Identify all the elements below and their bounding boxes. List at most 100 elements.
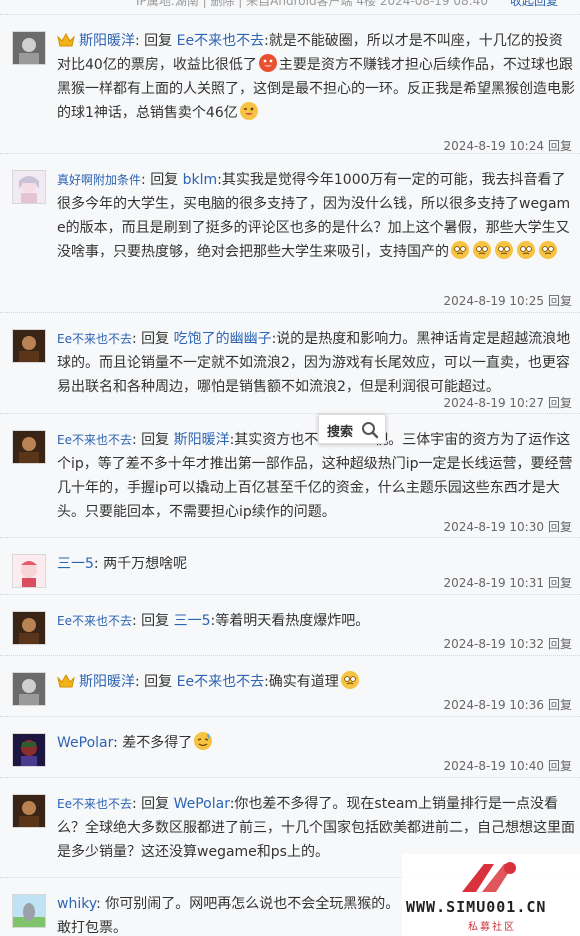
- reply-author[interactable]: Ee不来也不去: [57, 797, 132, 811]
- reply-time: 2024-8-19 10:32: [443, 637, 544, 651]
- reply-author[interactable]: 斯阳暖洋: [79, 33, 135, 49]
- reply-footer: 2024-8-19 10:27 回复: [443, 394, 572, 411]
- reply-author[interactable]: Ee不来也不去: [57, 332, 132, 346]
- avatar[interactable]: [12, 31, 46, 65]
- reply-text: : 差不多得了: [113, 735, 193, 751]
- reply-content: Ee不来也不去: 回复 吃饱了的幽幽子:说的是热度和影响力。黑神话肯定是超越流浪…: [57, 331, 571, 395]
- reply-target[interactable]: 三一5: [174, 613, 211, 629]
- reply-button[interactable]: 回复: [548, 698, 572, 712]
- reply-verb: 回复: [141, 796, 170, 812]
- reply-author[interactable]: 斯阳暖洋: [79, 674, 135, 690]
- reply-time: 2024-8-19 10:27: [443, 396, 544, 410]
- reply-text: :其实资方也不: [229, 432, 319, 448]
- list-item: WePolar: 差不多得了 2024-8-19 10:40 回复: [0, 716, 580, 777]
- reply-content: 真好啊附加条件: 回复 bklm:其实我是觉得今年1000万有一定的可能，我去抖…: [57, 172, 571, 260]
- reply-button[interactable]: 回复: [548, 759, 572, 773]
- avatar[interactable]: [12, 554, 46, 588]
- pleading-emoji-icon: [538, 240, 558, 260]
- reply-footer: 2024-8-19 10:32 回复: [443, 635, 572, 652]
- list-item: 三一5: 两千万想啥呢 2024-8-19 10:31 回复: [0, 537, 580, 594]
- reply-text-continued: 敢打包票。: [57, 920, 127, 936]
- reply-target[interactable]: 吃饱了的幽幽子: [174, 331, 272, 347]
- collapse-replies-link[interactable]: 收起回复: [510, 0, 558, 9]
- watermark-logo-icon: [462, 862, 516, 892]
- reply-button[interactable]: 回复: [548, 396, 572, 410]
- reply-author[interactable]: Ee不来也不去: [57, 433, 132, 447]
- pleading-emoji-icon: [494, 240, 514, 260]
- list-item: Ee不来也不去: 回复 三一5:等着明天看热度爆炸吧。 2024-8-19 10…: [0, 594, 580, 655]
- reply-time: 2024-8-19 10:25: [443, 294, 544, 308]
- reply-footer: 2024-8-19 10:40 回复: [443, 757, 572, 774]
- avatar[interactable]: [12, 894, 46, 928]
- reply-time: 2024-8-19 10:36: [443, 698, 544, 712]
- watermark-text: WWW.SIMU001.CN: [406, 898, 547, 916]
- reply-target[interactable]: bklm: [183, 172, 218, 188]
- reply-button[interactable]: 回复: [548, 139, 572, 153]
- reply-author[interactable]: Ee不来也不去: [57, 614, 132, 628]
- reply-time: 2024-8-19 10:30: [443, 520, 544, 534]
- reply-button[interactable]: 回复: [548, 637, 572, 651]
- reply-verb: 回复: [141, 432, 170, 448]
- avatar[interactable]: [12, 329, 46, 363]
- reply-target[interactable]: 斯阳暖洋: [174, 432, 230, 448]
- reply-footer: 2024-8-19 10:36 回复: [443, 696, 572, 713]
- reply-button[interactable]: 回复: [548, 294, 572, 308]
- search-popup[interactable]: 搜索: [318, 414, 386, 444]
- pleading-emoji-icon: [516, 240, 536, 260]
- list-item: 真好啊附加条件: 回复 bklm:其实我是觉得今年1000万有一定的可能，我去抖…: [0, 153, 580, 312]
- reply-verb: 回复: [141, 331, 170, 347]
- wink-emoji-icon: [239, 101, 259, 121]
- reply-content: 三一5: 两千万想啥呢: [57, 552, 575, 576]
- reply-verb: 回复: [150, 172, 179, 188]
- list-item: 斯阳暖洋: 回复 Ee不来也不去:就是不能破圈，所以才是不叫座，十几亿的投资对比…: [0, 14, 580, 153]
- pleading-emoji-icon: [450, 240, 470, 260]
- reply-author[interactable]: whiky: [57, 896, 96, 912]
- search-popup-label: 搜索: [327, 425, 354, 440]
- reply-text: :等着明天看热度爆炸吧。: [210, 613, 370, 629]
- crown-icon: [57, 31, 75, 47]
- reply-author[interactable]: 三一5: [57, 556, 94, 572]
- floor-meta: IP属地:湖南 | 删除 | 来自Android客户端 4楼 2024-08-1…: [136, 0, 488, 8]
- floor-meta-bar: IP属地:湖南 | 删除 | 来自Android客户端 4楼 2024-08-1…: [0, 0, 580, 14]
- reply-author[interactable]: WePolar: [57, 735, 113, 751]
- reply-verb: 回复: [144, 674, 173, 690]
- reply-time: 2024-8-19 10:40: [443, 759, 544, 773]
- reply-content: 斯阳暖洋: 回复 Ee不来也不去:确实有道理: [57, 670, 575, 694]
- reply-button[interactable]: 回复: [548, 520, 572, 534]
- reply-time: 2024-8-19 10:24: [443, 139, 544, 153]
- reply-button[interactable]: 回复: [548, 576, 572, 590]
- list-item: Ee不来也不去: 回复 吃饱了的幽幽子:说的是热度和影响力。黑神话肯定是超越流浪…: [0, 312, 580, 413]
- avatar[interactable]: [12, 672, 46, 706]
- reply-footer: 2024-8-19 10:24 回复: [443, 137, 572, 154]
- reply-content: Ee不来也不去: 回复 三一5:等着明天看热度爆炸吧。: [57, 613, 370, 629]
- reply-author[interactable]: 真好啊附加条件: [57, 173, 141, 187]
- reply-target[interactable]: Ee不来也不去: [177, 33, 264, 49]
- reply-footer: 2024-8-19 10:31 回复: [443, 574, 572, 591]
- reply-verb: 回复: [144, 33, 173, 49]
- avatar[interactable]: [12, 430, 46, 464]
- pleading-emoji-icon: [340, 670, 360, 690]
- avatar[interactable]: [12, 733, 46, 767]
- reply-target[interactable]: Ee不来也不去: [177, 674, 264, 690]
- avatar[interactable]: [12, 611, 46, 645]
- reply-content: 斯阳暖洋: 回复 Ee不来也不去:就是不能破圈，所以才是不叫座，十几亿的投资对比…: [57, 31, 575, 121]
- pleading-emoji-icon: [472, 240, 492, 260]
- reply-target[interactable]: WePolar: [174, 796, 230, 812]
- list-item: Ee不来也不去: 回复 斯阳暖洋:其实资方也不 视。三体宇宙的资方为了运作这个ip…: [0, 413, 580, 537]
- tongue-emoji-icon: [258, 53, 278, 73]
- crown-icon: [57, 672, 75, 688]
- sweat-emoji-icon: [193, 731, 213, 751]
- site-watermark: WWW.SIMU001.CN 私募社区: [402, 854, 580, 936]
- avatar[interactable]: [12, 794, 46, 828]
- reply-content: WePolar: 差不多得了: [57, 731, 575, 755]
- watermark-subtext: 私募社区: [468, 922, 516, 933]
- list-item: 斯阳暖洋: 回复 Ee不来也不去:确实有道理 2024-8-19 10:36 回复: [0, 655, 580, 716]
- reply-text: :确实有道理: [264, 674, 339, 690]
- reply-content: Ee不来也不去: 回复 斯阳暖洋:其实资方也不 视。三体宇宙的资方为了运作这个ip…: [57, 432, 573, 520]
- reply-text: : 你可别闹了。网吧再怎么说也不会全玩黑猴的。: [96, 896, 400, 912]
- reply-time: 2024-8-19 10:31: [443, 576, 544, 590]
- reply-footer: 2024-8-19 10:25 回复: [443, 292, 572, 309]
- avatar[interactable]: [12, 170, 46, 204]
- reply-text: : 两千万想啥呢: [93, 556, 188, 572]
- reply-verb: 回复: [141, 613, 170, 629]
